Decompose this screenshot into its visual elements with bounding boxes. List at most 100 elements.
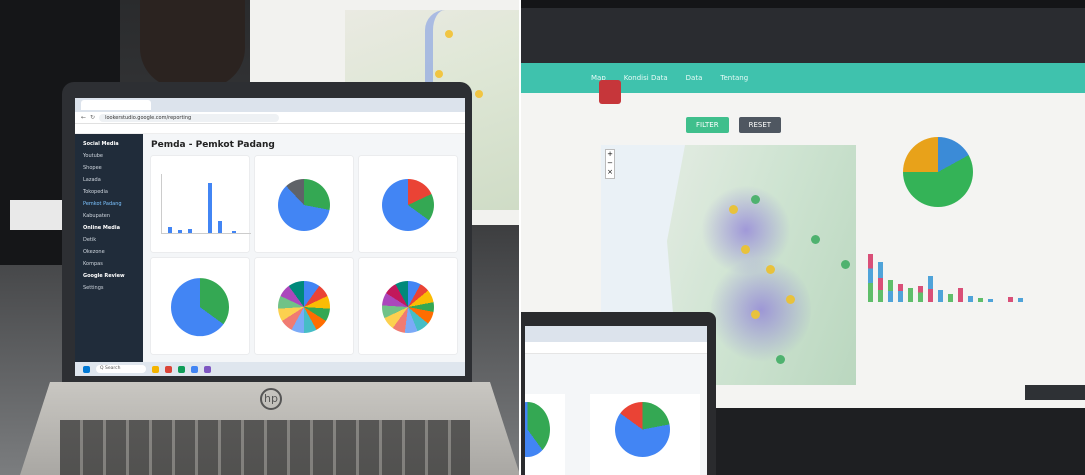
filter-controls: FILTER RESET — [686, 117, 782, 133]
map-pin-icon[interactable] — [766, 265, 775, 274]
folder-icon[interactable] — [152, 365, 159, 373]
pie-chart-card[interactable] — [359, 258, 457, 354]
bar — [188, 229, 192, 233]
reload-icon[interactable]: ↻ — [90, 114, 95, 121]
stacked-bar — [908, 288, 913, 302]
stacked-bar-axis-labels — [866, 303, 1041, 323]
nav-link-kondisi-data[interactable]: Kondisi Data — [624, 74, 668, 82]
person-head — [140, 0, 245, 88]
sidebar-item-youtube[interactable]: Youtube — [75, 150, 143, 162]
pie-chart — [278, 179, 330, 232]
monitor-browser-chrome — [521, 8, 1085, 63]
app-icon[interactable] — [204, 365, 211, 373]
laptop-photo: ← ↻ lookerstudio.google.com/reporting So… — [0, 0, 519, 475]
laptop-screen: ← ↻ lookerstudio.google.com/reporting So… — [75, 98, 465, 376]
chrome-icon[interactable] — [165, 365, 172, 373]
taskbar-search[interactable]: Q Search — [96, 365, 146, 373]
hp-logo-icon: hp — [260, 388, 282, 410]
pie-chart — [382, 281, 434, 334]
pie-chart — [525, 402, 550, 457]
nav-link-data[interactable]: Data — [686, 74, 703, 82]
sidebar-item-okezone[interactable]: Okezone — [75, 246, 143, 258]
map-pin-icon[interactable] — [841, 260, 850, 269]
sidebar-item-detik[interactable]: Detik — [75, 234, 143, 246]
category-pie-chart — [903, 137, 973, 207]
address-field[interactable]: lookerstudio.google.com/reporting — [99, 113, 280, 122]
stacked-bar — [938, 290, 943, 302]
page-title: Pemda - Pemkot Padang — [151, 140, 275, 150]
map-heat — [711, 255, 811, 365]
dashboard-sidebar: Social Media Youtube Shopee Lazada Tokop… — [75, 134, 143, 362]
map-pin-icon — [475, 90, 483, 98]
chart-grid — [151, 156, 457, 354]
pie-chart — [615, 402, 670, 457]
map-pin-icon[interactable] — [751, 310, 760, 319]
background-monitor-stand — [10, 200, 70, 230]
stacked-bar — [1008, 297, 1013, 302]
bar — [218, 221, 222, 233]
monitor-taskbar — [1025, 385, 1085, 400]
map-pin-icon[interactable] — [729, 205, 738, 214]
stacked-bar — [888, 280, 893, 302]
foreground-laptop-screen — [525, 326, 707, 475]
stacked-bar — [868, 254, 873, 302]
sidebar-item-kabupaten[interactable]: Kabupaten — [75, 210, 143, 222]
dashboard-main: Pemda - Pemkot Padang — [143, 134, 465, 362]
map-pin-icon — [445, 30, 453, 38]
reset-button[interactable]: RESET — [738, 117, 782, 133]
sidebar-item-pemkot-padang[interactable]: Pemkot Padang — [75, 198, 143, 210]
sidebar-item-kompas[interactable]: Kompas — [75, 258, 143, 270]
pie-chart-card[interactable] — [255, 156, 353, 252]
foreground-dashboard — [525, 354, 707, 475]
bar — [208, 183, 212, 233]
sidebar-item-settings[interactable]: Settings — [75, 282, 143, 294]
bar — [168, 227, 172, 233]
windows-taskbar: Q Search — [75, 362, 465, 376]
bar — [232, 231, 236, 233]
map-pin-icon[interactable] — [751, 195, 760, 204]
back-arrow-icon[interactable]: ← — [81, 114, 86, 121]
pie-chart-card[interactable] — [151, 258, 249, 354]
sidebar-item-tokopedia[interactable]: Tokopedia — [75, 186, 143, 198]
pie-chart-card[interactable] — [525, 394, 565, 475]
sidebar-item-lazada[interactable]: Lazada — [75, 174, 143, 186]
bar-chart-card[interactable] — [151, 156, 251, 252]
pie-chart-card[interactable] — [255, 258, 353, 354]
stacked-bar — [958, 288, 963, 302]
map-pin-icon[interactable] — [811, 235, 820, 244]
map-pin-icon — [435, 70, 443, 78]
windows-start-icon[interactable] — [83, 365, 90, 373]
photo-collage: ← ↻ lookerstudio.google.com/reporting So… — [0, 0, 1085, 475]
map-zoom-control[interactable]: + − × — [605, 149, 615, 179]
sidebar-item-social-media[interactable]: Social Media — [75, 138, 143, 150]
nav-link-tentang[interactable]: Tentang — [720, 74, 748, 82]
stacked-bar-chart — [866, 247, 1041, 302]
stacked-bar — [978, 298, 983, 302]
sidebar-item-online-media[interactable]: Online Media — [75, 222, 143, 234]
map-pin-icon[interactable] — [741, 245, 750, 254]
sidebar-item-shopee[interactable]: Shopee — [75, 162, 143, 174]
filter-button[interactable]: FILTER — [686, 117, 729, 133]
browser-url-bar: ← ↻ lookerstudio.google.com/reporting — [75, 112, 465, 124]
foreground-tab-bar — [525, 326, 707, 342]
browser-tab[interactable] — [81, 100, 151, 110]
bookmarks-bar — [75, 124, 465, 134]
pie-chart — [278, 281, 330, 334]
map-pin-icon[interactable] — [776, 355, 785, 364]
pie-chart-card[interactable] — [359, 156, 457, 252]
stacked-bar — [878, 262, 883, 302]
pie-chart — [382, 179, 434, 232]
stacked-bar — [948, 294, 953, 302]
stacked-bar — [968, 296, 973, 302]
bar — [178, 230, 182, 233]
pie-chart-card[interactable] — [590, 394, 700, 475]
stacked-bar — [1018, 298, 1023, 302]
app-icon[interactable] — [191, 365, 198, 373]
app-icon[interactable] — [178, 365, 185, 373]
foreground-url-bar — [525, 342, 707, 354]
map-pin-icon[interactable] — [786, 295, 795, 304]
stacked-bar — [918, 286, 923, 302]
sidebar-item-google-review[interactable]: Google Review — [75, 270, 143, 282]
keyboard — [60, 420, 470, 475]
stacked-bar — [898, 284, 903, 302]
